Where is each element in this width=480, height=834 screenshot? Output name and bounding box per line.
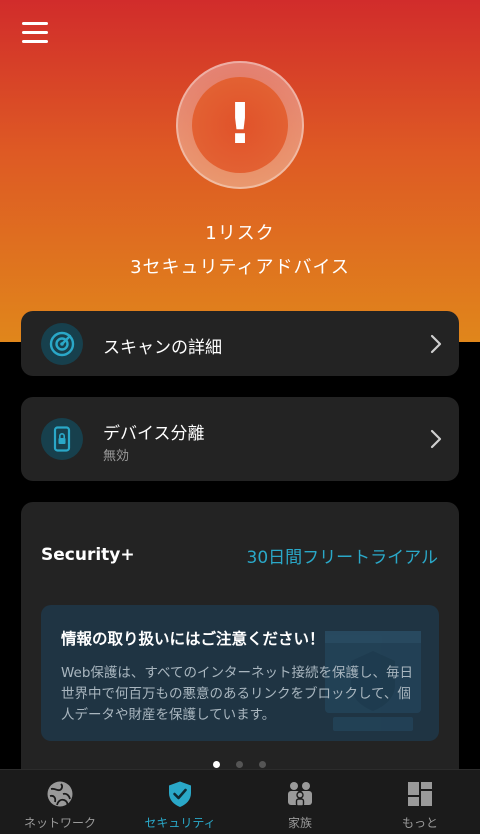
chevron-right-icon xyxy=(430,429,442,449)
device-isolation-card[interactable]: デバイス分離 無効 xyxy=(21,397,459,481)
security-plus-card: Security+ 30日間フリートライアル 情報の取り扱いにはご注意ください！… xyxy=(21,502,459,782)
alert-indicator: ! xyxy=(176,61,304,189)
tip-title: 情報の取り扱いにはご注意ください！ xyxy=(61,630,325,648)
exclamation-icon: ! xyxy=(192,77,288,173)
bottom-tab-bar: ネットワーク セキュリティ 家族 もっと xyxy=(0,769,480,834)
tab-network-label: ネットワーク xyxy=(23,816,96,830)
tab-security-label: セキュリティ xyxy=(144,816,216,830)
tab-family[interactable]: 家族 xyxy=(240,770,360,834)
carousel-dot-2[interactable] xyxy=(236,761,243,768)
menu-icon-bar xyxy=(22,40,48,43)
family-icon xyxy=(288,782,312,807)
globe-icon xyxy=(47,781,73,807)
device-isolation-status: 無効 xyxy=(103,449,130,464)
tab-network[interactable]: ネットワーク xyxy=(0,770,120,834)
tab-more[interactable]: もっと xyxy=(360,770,480,834)
security-plus-title: Security+ xyxy=(41,545,135,565)
radar-icon xyxy=(41,323,83,365)
scan-details-title: スキャンの詳細 xyxy=(103,338,222,358)
free-trial-link[interactable]: 30日間フリートライアル xyxy=(247,543,438,568)
carousel-dot-3[interactable] xyxy=(259,761,266,768)
shield-check-icon xyxy=(169,781,191,807)
tip-body: Web保護は、すべてのインターネット接続を保護し、毎日世界中で何百万もの悪意のあ… xyxy=(61,665,413,723)
tab-more-label: もっと xyxy=(401,816,438,830)
device-isolation-title: デバイス分離 xyxy=(103,424,205,444)
carousel-dot-1[interactable] xyxy=(213,761,220,768)
scan-details-card[interactable]: スキャンの詳細 xyxy=(21,311,459,376)
chevron-right-icon xyxy=(430,334,442,354)
web-protection-tip[interactable]: 情報の取り扱いにはご注意ください！ Web保護は、すべてのインターネット接続を保… xyxy=(41,605,439,741)
device-lock-icon xyxy=(41,418,83,460)
grid-icon xyxy=(408,782,432,806)
menu-icon-bar xyxy=(22,31,48,34)
status-hero: ! 1リスク 3セキュリティアドバイス xyxy=(0,0,480,342)
menu-button[interactable] xyxy=(22,22,50,44)
tab-security[interactable]: セキュリティ xyxy=(120,770,240,834)
security-advice-count: 3セキュリティアドバイス xyxy=(130,257,350,278)
menu-icon-bar xyxy=(22,22,48,25)
risk-count: 1リスク xyxy=(205,223,275,244)
tab-family-label: 家族 xyxy=(287,816,312,830)
